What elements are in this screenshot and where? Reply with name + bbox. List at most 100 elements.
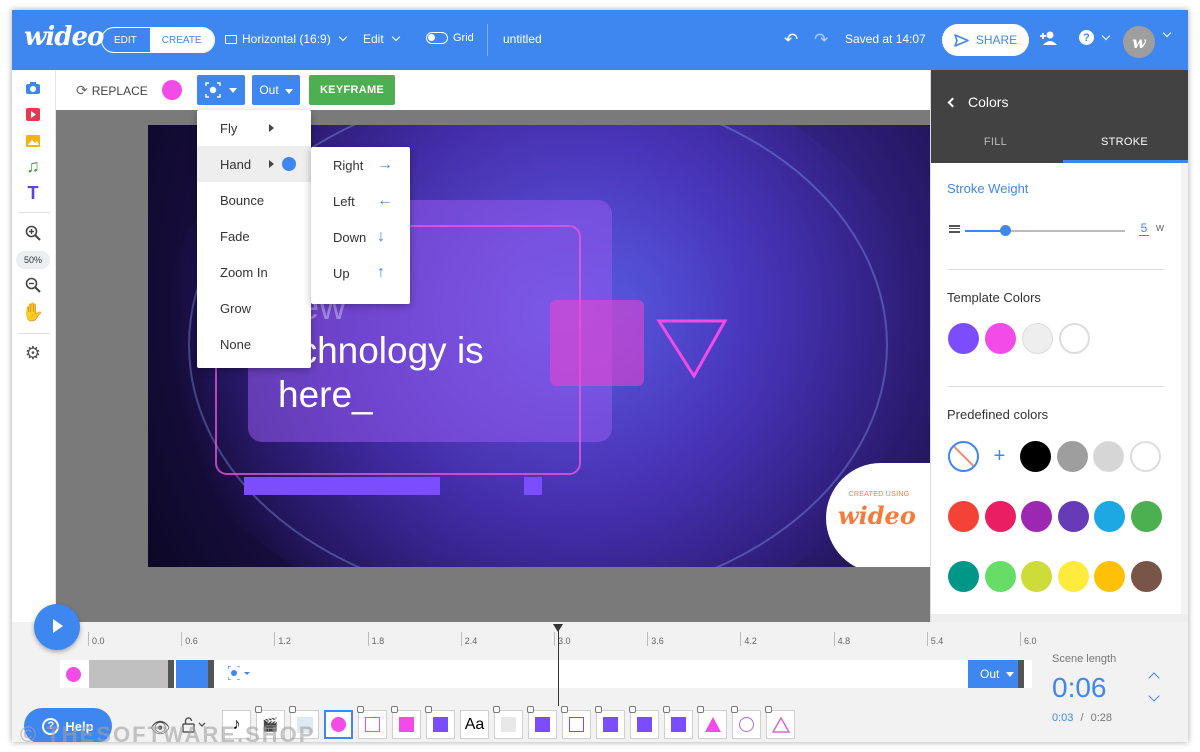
keyframe-button[interactable]: KEYFRAME	[309, 75, 395, 105]
track-in-handle[interactable]	[168, 660, 174, 688]
color-swatch[interactable]	[1094, 561, 1125, 592]
redo-icon[interactable]: ↷	[814, 30, 828, 50]
color-swatch[interactable]	[1129, 441, 1161, 472]
out-animation-dropdown[interactable]: Out	[252, 75, 300, 105]
layer-thumb[interactable]	[493, 706, 523, 739]
slider-handle[interactable]	[1000, 225, 1011, 236]
menu-item-bounce[interactable]: Bounce	[197, 182, 311, 218]
submenu-item-left[interactable]: Left ←	[311, 183, 410, 219]
track-animation-icon[interactable]	[227, 665, 252, 683]
color-swatch[interactable]	[1059, 323, 1090, 354]
playhead[interactable]	[553, 624, 563, 706]
panel-hscrollbar[interactable]	[931, 614, 1188, 622]
layer-thumb[interactable]	[663, 706, 693, 739]
color-swatch[interactable]	[1093, 441, 1124, 472]
text-icon[interactable]: T	[23, 183, 43, 203]
play-button[interactable]	[34, 604, 80, 650]
tab-fill[interactable]: FILL	[931, 136, 1060, 148]
submenu-item-right[interactable]: Right →	[311, 147, 410, 183]
layer-thumb[interactable]	[697, 706, 727, 739]
layer-thumb[interactable]	[425, 706, 455, 739]
scene-length-up-icon[interactable]	[1148, 672, 1160, 684]
color-swatch[interactable]	[948, 323, 979, 354]
help-menu[interactable]: ?	[1079, 30, 1111, 45]
layer-thumb[interactable]	[765, 706, 795, 739]
color-swatch[interactable]	[1056, 441, 1088, 472]
layer-pink-circle-thumb[interactable]	[324, 710, 353, 739]
layer-thumb[interactable]	[391, 706, 421, 739]
menu-item-hand[interactable]: Hand	[197, 146, 311, 182]
account-menu-chevron[interactable]	[1160, 28, 1172, 38]
color-swatch[interactable]	[1022, 323, 1053, 354]
share-button[interactable]: SHARE	[942, 24, 1029, 56]
no-color-swatch[interactable]	[948, 441, 979, 472]
panel-title[interactable]: Colors	[947, 94, 1008, 110]
triangle-shape[interactable]	[656, 318, 728, 380]
in-animation-dropdown[interactable]	[197, 75, 245, 105]
back-chevron-icon[interactable]	[947, 97, 958, 107]
color-swatch[interactable]	[1021, 501, 1052, 532]
color-swatch[interactable]	[948, 501, 979, 532]
submenu-item-up[interactable]: Up ↑	[311, 255, 410, 291]
image-icon[interactable]	[23, 131, 43, 151]
track-out-animation[interactable]: Out	[968, 660, 1024, 688]
purple-bar[interactable]	[244, 477, 440, 495]
mode-create-button[interactable]: CREATE	[148, 28, 214, 52]
color-swatch[interactable]	[1130, 561, 1162, 592]
color-swatch[interactable]	[1057, 561, 1089, 592]
wideo-logo[interactable]: wideo	[24, 22, 104, 52]
mode-edit-button[interactable]: EDIT	[102, 28, 149, 52]
color-swatch[interactable]	[984, 561, 1016, 592]
settings-gear-icon[interactable]: ⚙	[23, 343, 43, 363]
layer-thumb[interactable]	[527, 706, 557, 739]
edit-menu[interactable]: Edit	[363, 32, 400, 46]
color-swatch[interactable]	[985, 323, 1016, 354]
color-swatch[interactable]	[984, 501, 1016, 532]
zoom-in-icon[interactable]	[23, 223, 43, 243]
color-swatch[interactable]	[1094, 501, 1125, 532]
menu-item-zoom-in[interactable]: Zoom In	[197, 254, 311, 290]
track-in-region[interactable]	[89, 660, 169, 688]
color-swatch[interactable]	[1021, 561, 1052, 592]
hand-pan-icon[interactable]: ✋	[22, 302, 44, 322]
color-swatch[interactable]	[1130, 501, 1162, 532]
video-icon[interactable]	[23, 104, 43, 124]
tab-stroke[interactable]: STROKE	[1060, 136, 1188, 148]
avatar[interactable]: w	[1123, 26, 1155, 58]
undo-icon[interactable]: ↶	[784, 30, 798, 50]
color-swatch[interactable]	[1020, 441, 1051, 472]
purple-square[interactable]	[524, 477, 542, 495]
aspect-ratio-dropdown[interactable]: Horizontal (16:9)	[225, 32, 347, 46]
grid-switch[interactable]	[426, 32, 448, 44]
menu-item-fade[interactable]: Fade	[197, 218, 311, 254]
layer-thumb[interactable]	[561, 706, 591, 739]
zoom-out-icon[interactable]	[23, 275, 43, 295]
mode-toggle[interactable]: EDIT CREATE	[101, 27, 215, 53]
panel-scrollbar[interactable]	[1181, 163, 1188, 614]
track-anim-handle[interactable]	[208, 660, 214, 688]
track-out-handle[interactable]	[1018, 660, 1024, 688]
add-color-icon[interactable]: +	[984, 441, 1015, 472]
add-user-icon[interactable]	[1039, 30, 1059, 46]
stroke-weight-input[interactable]: 5	[1139, 221, 1149, 236]
layer-text-thumb[interactable]: Aa	[460, 710, 489, 739]
element-track[interactable]: Out	[60, 660, 1032, 688]
layer-thumb[interactable]	[731, 706, 761, 739]
color-swatch[interactable]	[948, 561, 979, 592]
replace-button[interactable]: ⟳ REPLACE	[76, 82, 148, 99]
scene-length-down-icon[interactable]	[1148, 690, 1160, 702]
layer-thumb[interactable]	[357, 706, 387, 739]
scene-length-value[interactable]: 0:06	[1052, 672, 1107, 704]
project-title[interactable]: untitled	[503, 32, 542, 46]
layer-thumb[interactable]	[595, 706, 625, 739]
element-color-swatch[interactable]	[162, 80, 182, 100]
menu-item-none[interactable]: None	[197, 326, 311, 362]
track-in-animation[interactable]	[176, 660, 208, 688]
color-swatch[interactable]	[1057, 501, 1089, 532]
submenu-item-down[interactable]: Down ↓	[311, 219, 410, 255]
headline-text[interactable]: new echnology is here_	[278, 285, 598, 417]
grid-toggle[interactable]: Grid	[426, 32, 474, 44]
layer-thumb[interactable]	[629, 706, 659, 739]
camera-icon[interactable]	[23, 78, 43, 98]
menu-item-fly[interactable]: Fly	[197, 110, 311, 146]
